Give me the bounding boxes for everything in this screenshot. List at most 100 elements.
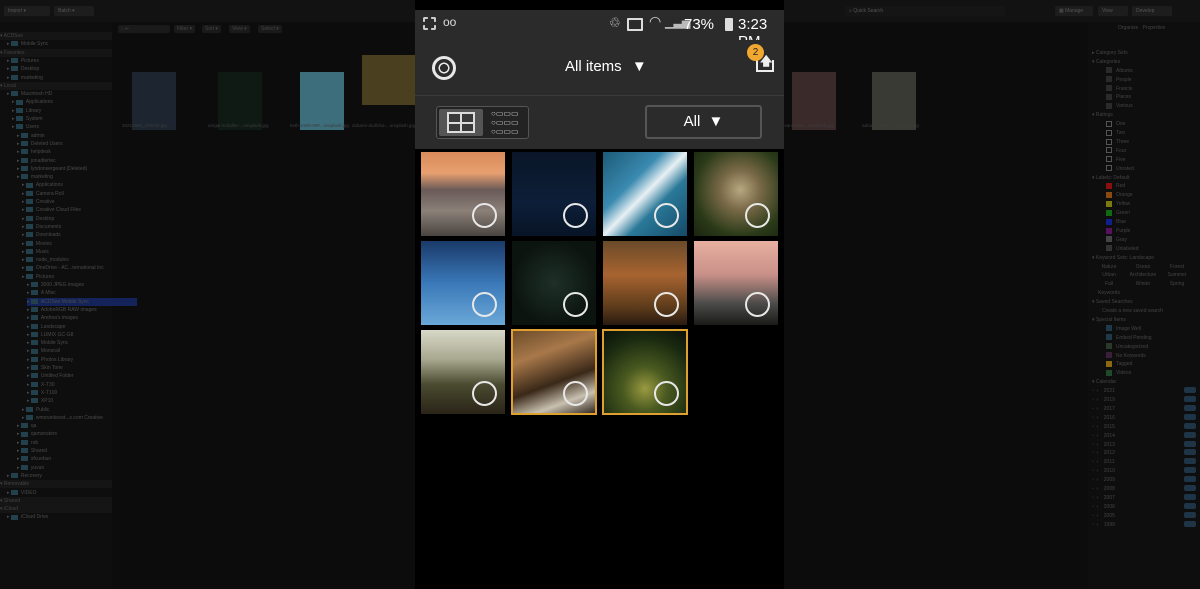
section-special-items[interactable]: ▾ Special Items — [1092, 316, 1126, 324]
special-item[interactable]: Image Well — [1106, 325, 1141, 333]
tree-item[interactable]: ▸ lyndonsergeant (Deleted) — [17, 165, 87, 173]
thumbnail[interactable] — [792, 72, 836, 130]
select-circle-icon[interactable] — [745, 203, 770, 228]
filter-button[interactable]: Filter ▾ — [174, 25, 196, 33]
select-circle-icon[interactable] — [654, 381, 679, 406]
calendar-year[interactable]: ▫ › 2008 — [1092, 485, 1196, 493]
select-circle-icon[interactable] — [472, 292, 497, 317]
tree-item[interactable]: ▸ System — [12, 115, 43, 123]
tree-item[interactable]: ▸ Mobile Sync — [7, 40, 48, 48]
tree-item[interactable]: ▸ iCloud Drive — [7, 513, 48, 521]
tree-item[interactable]: ▸ Camera Roll — [22, 190, 64, 198]
tree-item[interactable]: ▸ Andrea's images — [27, 314, 78, 322]
tree-section-header[interactable]: ▾ iCloud — [0, 505, 112, 514]
calendar-year[interactable]: ▫ › 2011 — [1092, 458, 1196, 466]
keyword-button[interactable]: Spring — [1160, 280, 1194, 288]
label-item[interactable]: Unlabeled — [1106, 245, 1139, 253]
photo-tile[interactable] — [421, 330, 505, 414]
home-nav[interactable]: ⌂ ⇤ — [118, 25, 170, 33]
select-circle-icon[interactable] — [472, 381, 497, 406]
tree-item[interactable]: ▸ yuvan — [17, 464, 44, 472]
tree-item[interactable]: ▸ AdobeRGB RAW images — [27, 306, 97, 314]
thumbnail[interactable] — [362, 55, 417, 105]
calendar-year[interactable]: ▫ › 2021 — [1092, 387, 1196, 395]
category-item[interactable]: People — [1106, 76, 1132, 84]
tree-item[interactable]: ▸ Skin Tone — [27, 364, 63, 372]
tree-item[interactable]: ▸ Landscape — [27, 323, 65, 331]
section-saved-searches[interactable]: ▾ Saved Searches — [1092, 298, 1133, 306]
quick-search-input[interactable]: ⌕ Quick Search — [845, 6, 1005, 16]
keyword-button[interactable]: Forest — [1160, 263, 1194, 271]
list-view-button[interactable]: ○▭▭▭ ○▭▭▭ ○▭▭▭ — [487, 109, 527, 136]
tree-item[interactable]: ▸ qa — [17, 422, 36, 430]
album-dropdown[interactable]: All items ▼ — [565, 58, 647, 75]
photo-tile[interactable] — [602, 329, 688, 415]
calendar-year[interactable]: ▫ › 2015 — [1092, 422, 1196, 431]
tree-item[interactable]: ▸ rob — [17, 439, 38, 447]
keyword-button[interactable]: Summer — [1160, 271, 1194, 279]
section-keywords[interactable]: Keywords — [1098, 289, 1120, 297]
section-category-sets[interactable]: ▸ Category Sets — [1092, 49, 1128, 57]
select-circle-icon[interactable] — [654, 203, 679, 228]
rating-item[interactable]: Unrated — [1106, 165, 1134, 173]
special-item[interactable]: Uncategorized — [1106, 343, 1148, 351]
calendar-year[interactable]: ▫ › 2009 — [1092, 476, 1196, 484]
select-circle-icon[interactable] — [654, 292, 679, 317]
thumbnail[interactable] — [218, 72, 262, 130]
special-item[interactable]: No Keywords — [1106, 352, 1146, 360]
tree-item[interactable]: ▸ Recovery — [7, 472, 42, 480]
tree-item[interactable]: ▸ Public — [22, 406, 50, 414]
tree-item[interactable]: ▸ jonadtertec — [17, 157, 56, 165]
tree-item[interactable]: ▸ Desktop — [7, 65, 39, 73]
keyword-button[interactable]: Nature — [1092, 263, 1126, 271]
tree-item[interactable]: ▸ Creative Cloud Files — [22, 206, 81, 214]
calendar-year[interactable]: ▫ › 1999 — [1092, 520, 1196, 529]
tree-item[interactable]: ▸ Applications — [12, 98, 53, 106]
develop-button[interactable]: Develop — [1132, 6, 1172, 16]
photo-tile[interactable] — [421, 152, 505, 236]
tree-item[interactable]: ▸ Monorail — [27, 347, 60, 355]
photo-tile[interactable] — [512, 152, 596, 236]
tree-item[interactable]: ▸ Macintosh HD — [7, 90, 52, 98]
section-ratings[interactable]: ▾ Ratings — [1092, 111, 1113, 119]
calendar-year[interactable]: ▫ › 2019 — [1092, 396, 1196, 404]
select-circle-icon[interactable] — [472, 203, 497, 228]
tree-section-header[interactable]: ▾ Favorites — [0, 48, 112, 57]
rating-item[interactable]: Three — [1106, 138, 1129, 146]
create-saved-search-link[interactable]: Create a new saved search — [1102, 307, 1163, 315]
calendar-year[interactable]: ▫ › 2005 — [1092, 511, 1196, 520]
tree-item[interactable]: ▸ wmorankesst...s.com Creative — [22, 414, 103, 422]
tree-item[interactable]: ▸ Untitled Folder — [27, 372, 73, 380]
category-item[interactable]: Francis — [1106, 85, 1132, 93]
tree-item[interactable]: ▸ Movies — [22, 240, 52, 248]
photo-tile[interactable] — [694, 152, 778, 236]
label-item[interactable]: Red — [1106, 182, 1125, 190]
thumbnail[interactable] — [300, 72, 344, 130]
category-item[interactable]: Various — [1106, 102, 1133, 110]
category-item[interactable]: Places — [1106, 93, 1131, 101]
tree-item[interactable]: ▸ Shared — [17, 447, 47, 455]
calendar-year[interactable]: ▫ › 2017 — [1092, 404, 1196, 413]
keyword-button[interactable]: Architecture — [1126, 271, 1160, 279]
photo-tile[interactable] — [603, 152, 687, 236]
tree-section-header[interactable]: ▾ Removable — [0, 480, 112, 489]
rating-item[interactable]: Two — [1106, 129, 1125, 137]
tree-item[interactable]: ▸ Mobile Sync — [27, 339, 68, 347]
batch-button[interactable]: Batch ▾ — [54, 6, 94, 16]
label-item[interactable]: Purple — [1106, 227, 1130, 235]
calendar-year[interactable]: ▫ › 2016 — [1092, 413, 1196, 422]
keyword-button[interactable]: Winter — [1126, 280, 1160, 288]
tree-item[interactable]: ▸ helpdesk — [17, 148, 51, 156]
tree-item[interactable]: ▸ admin — [17, 132, 45, 140]
thumbnail[interactable] — [872, 72, 916, 130]
panel-tabs[interactable]: Organize Properties — [1118, 24, 1165, 32]
photo-tile[interactable] — [421, 241, 505, 325]
view-button[interactable]: View — [1098, 6, 1128, 16]
photo-tile[interactable] — [512, 241, 596, 325]
sort-button[interactable]: Sort ▾ — [202, 25, 222, 33]
grid-view-button[interactable] — [439, 109, 483, 136]
rating-item[interactable]: One — [1106, 120, 1125, 128]
tree-item[interactable]: ▸ Photos Library — [27, 356, 73, 364]
calendar-year[interactable]: ▫ › 2010 — [1092, 467, 1196, 475]
tree-item[interactable]: ▸ 3000 JPEG images — [27, 281, 84, 289]
